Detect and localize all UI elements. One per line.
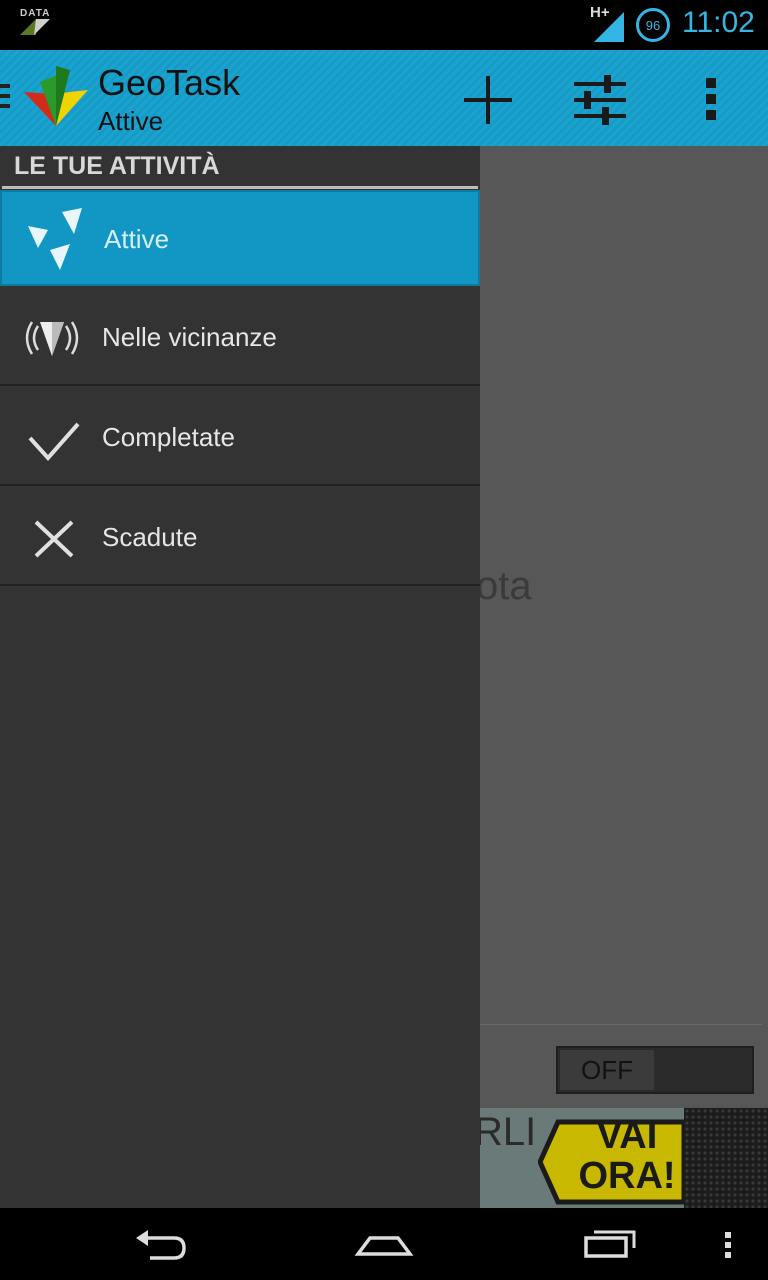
drawer-item-label: Nelle vicinanze	[102, 322, 277, 352]
status-bar: DATA H+ 96 11:02	[0, 0, 768, 50]
nearby-signal-icon	[25, 321, 79, 356]
empty-state-text: ota	[476, 564, 532, 608]
drawer-item-nelle-vicinanze[interactable]: Nelle vicinanze	[0, 290, 480, 386]
drawer-item-scadute[interactable]: Scadute	[0, 490, 480, 586]
drawer-header-rule	[2, 186, 478, 189]
drawer-header-title: LE TUE ATTIVITÀ	[14, 152, 220, 180]
drawer-item-label: Completate	[102, 422, 235, 452]
ad-text: RLI	[480, 1110, 537, 1154]
toggle-label: OFF	[581, 1054, 633, 1085]
ad-cta[interactable]: VAI ORA!	[572, 1116, 682, 1196]
add-icon[interactable]	[462, 74, 514, 126]
drawer-header: LE TUE ATTIVITÀ	[0, 146, 480, 190]
menu-icon[interactable]	[720, 1222, 736, 1266]
data-indicator: DATA	[20, 8, 50, 39]
drawer-item-label: Attive	[104, 224, 170, 254]
drawer-indicator-icon[interactable]	[0, 84, 10, 114]
data-activity-icon	[20, 19, 50, 35]
ad-banner[interactable]: RLI VAI ORA!	[480, 1108, 768, 1208]
drawer-item-label: Scadute	[102, 522, 198, 552]
signal-icon: H+	[588, 4, 626, 42]
clock: 11:02	[682, 6, 755, 39]
ad-image	[684, 1108, 768, 1208]
home-icon[interactable]	[354, 1222, 414, 1266]
divider	[480, 1024, 762, 1025]
system-nav-bar	[0, 1208, 768, 1280]
toggle-knob: OFF	[560, 1050, 654, 1090]
sliders-icon[interactable]	[572, 74, 628, 126]
app-title: GeoTask	[98, 62, 241, 103]
battery-icon: 96	[636, 8, 670, 42]
drawer-item-completate[interactable]: Completate	[0, 390, 480, 486]
drawer-item-attive[interactable]: Attive	[0, 190, 480, 286]
overflow-menu-icon[interactable]	[702, 76, 722, 122]
data-label: DATA	[20, 8, 51, 19]
action-bar: GeoTask Attive	[0, 50, 768, 146]
notification-toggle[interactable]: OFF	[556, 1046, 754, 1094]
app-subtitle: Attive	[98, 106, 164, 136]
back-icon[interactable]	[130, 1222, 190, 1266]
navigation-drawer: LE TUE ATTIVITÀ Attive Nelle vicinanze C…	[0, 146, 480, 1208]
close-x-icon	[34, 520, 74, 558]
checkmark-icon	[28, 422, 80, 462]
battery-level: 96	[645, 17, 661, 33]
recent-apps-icon[interactable]	[580, 1222, 640, 1266]
geotask-logo-icon[interactable]	[22, 64, 90, 128]
active-arrows-icon	[28, 208, 82, 270]
